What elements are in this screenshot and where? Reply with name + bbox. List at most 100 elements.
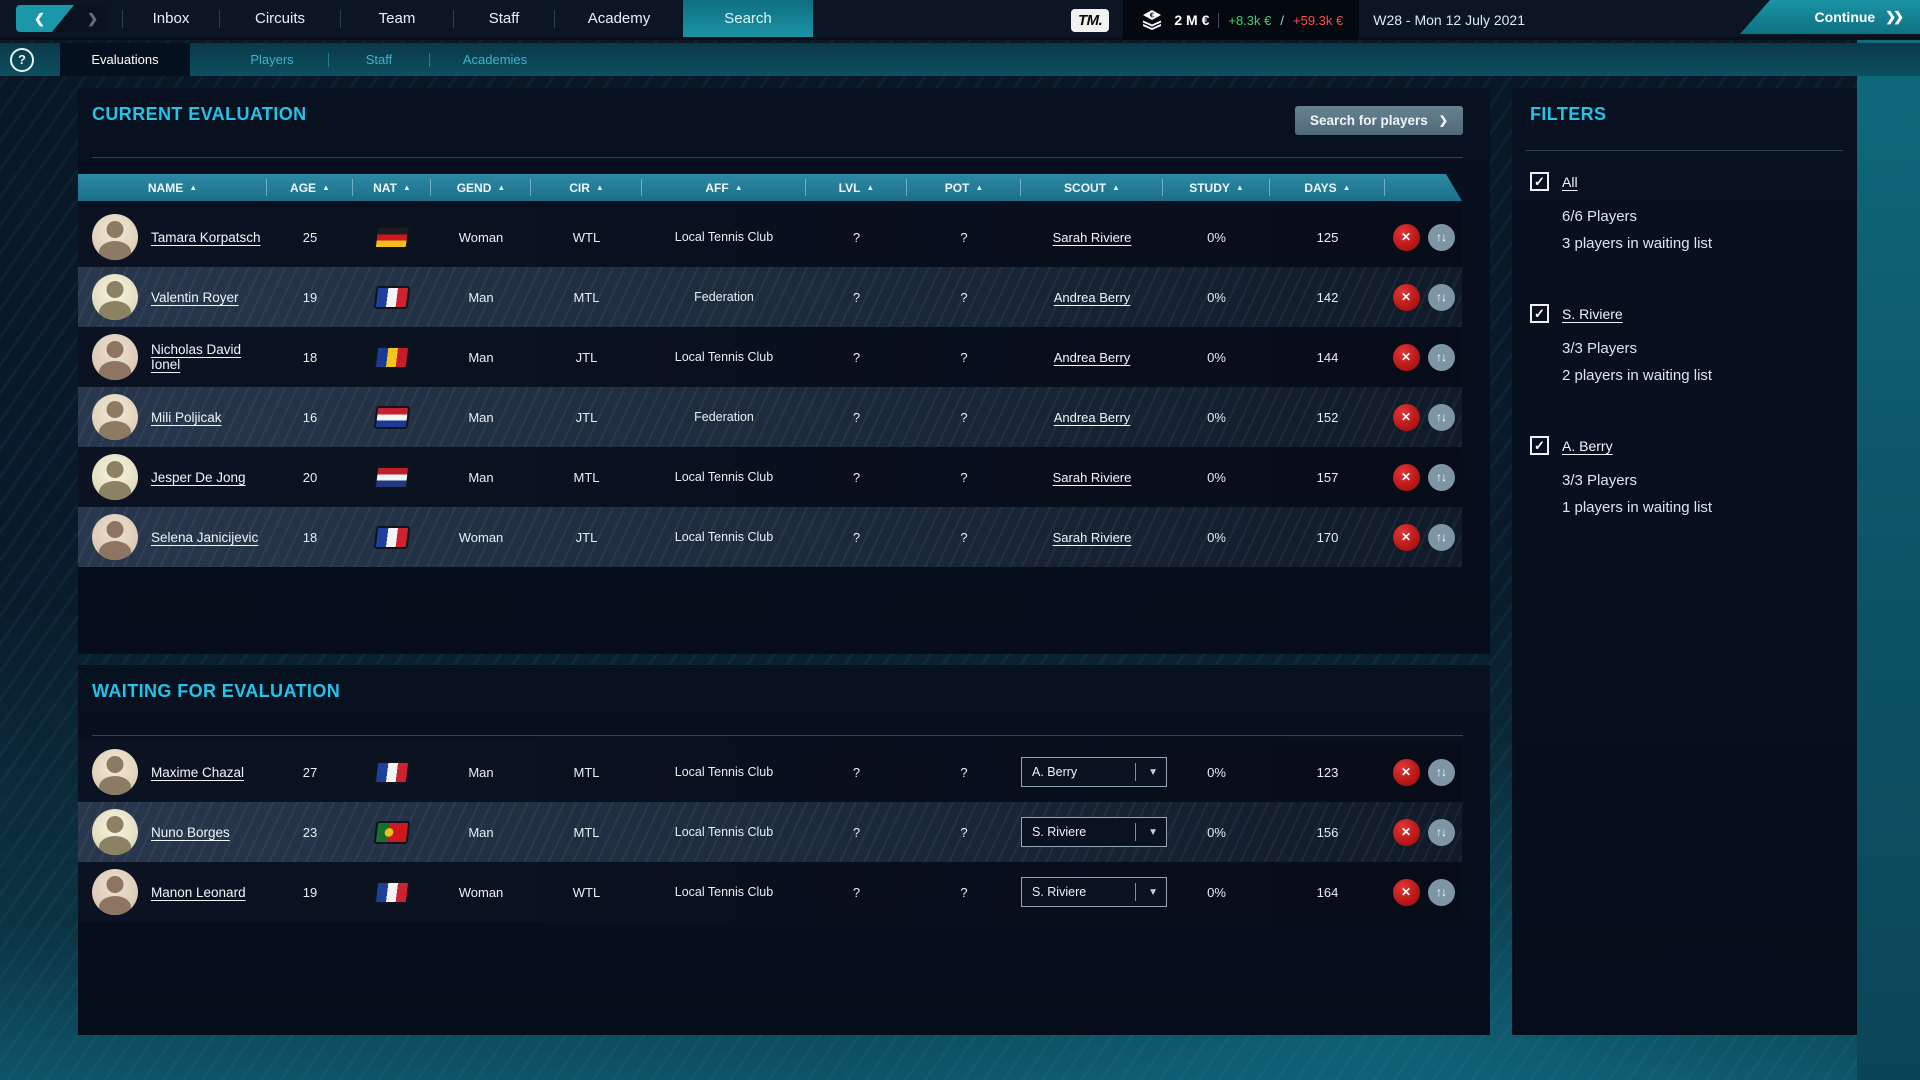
filter-group-all: ✓ All 6/6 Players 3 players in waiting l…	[1530, 172, 1843, 257]
table-row[interactable]: Maxime Chazal 27 Man MTL Local Tennis Cl…	[78, 742, 1462, 802]
player-name-link[interactable]: Valentin Royer	[151, 290, 239, 305]
affiliation-cell: Local Tennis Club	[674, 470, 774, 484]
subtab-evaluations-active[interactable]: Evaluations	[60, 43, 190, 76]
up-down-icon: ↑↓	[1436, 230, 1447, 244]
scout-link[interactable]: Sarah Riviere	[1053, 530, 1132, 545]
table-row[interactable]: Tamara Korpatsch 25 Woman WTL Local Tenn…	[78, 207, 1462, 267]
nav-tab-team[interactable]: Team	[341, 0, 453, 37]
subtab-players[interactable]: Players	[216, 43, 328, 76]
scout-link[interactable]: Andrea Berry	[1054, 410, 1131, 425]
remove-button[interactable]: ✕	[1392, 523, 1420, 551]
age-cell: 27	[302, 764, 318, 780]
reorder-button[interactable]: ↑↓	[1427, 343, 1455, 371]
nav-tab-staff[interactable]: Staff	[454, 0, 554, 37]
column-header-aff[interactable]: AFF ▲	[642, 174, 806, 201]
scout-select[interactable]: S. Riviere ▼	[1021, 817, 1167, 847]
days-cell: 142	[1316, 289, 1339, 305]
study-cell: 0%	[1207, 349, 1226, 365]
checkbox-a-berry[interactable]: ✓	[1530, 436, 1549, 455]
waiting-count: 1 players in waiting list	[1562, 499, 1713, 516]
filter-label-all[interactable]: All	[1562, 174, 1578, 190]
table-row[interactable]: Mili Poljicak 16 Man JTL Federation ? ? …	[78, 387, 1462, 447]
help-icon[interactable]: ?	[10, 47, 34, 72]
subtab-academies[interactable]: Academies	[430, 43, 560, 76]
top-nav: ❮ ❯ Inbox Circuits Team Staff Academy Se…	[0, 0, 1920, 40]
checkbox-all[interactable]: ✓	[1530, 172, 1549, 191]
scout-link[interactable]: Andrea Berry	[1054, 350, 1131, 365]
remove-button[interactable]: ✕	[1392, 403, 1420, 431]
scout-link[interactable]: Andrea Berry	[1054, 290, 1131, 305]
column-header-nat[interactable]: NAT ▲	[353, 174, 431, 201]
column-header-age[interactable]: AGE ▲	[267, 174, 353, 201]
nav-tab-circuits[interactable]: Circuits	[220, 0, 340, 37]
player-name-link[interactable]: Jesper De Jong	[151, 470, 246, 485]
column-header-scout[interactable]: SCOUT ▲	[1021, 174, 1163, 201]
continue-button[interactable]: Continue ❯❯	[1740, 0, 1920, 34]
study-cell: 0%	[1207, 229, 1226, 245]
forward-button[interactable]: ❯	[87, 5, 98, 32]
scout-cell: S. Riviere ▼	[1021, 817, 1167, 847]
remove-button[interactable]: ✕	[1392, 343, 1420, 371]
table-row[interactable]: Manon Leonard 19 Woman WTL Local Tennis …	[78, 862, 1462, 922]
weekly-gain: +8.3k €	[1228, 12, 1272, 28]
gender-cell: Woman	[458, 529, 504, 545]
table-row[interactable]: Jesper De Jong 20 Man MTL Local Tennis C…	[78, 447, 1462, 507]
column-header-days[interactable]: DAYS ▲	[1270, 174, 1385, 201]
reorder-button[interactable]: ↑↓	[1427, 223, 1455, 251]
player-name-link[interactable]: Selena Janicijevic	[151, 530, 258, 545]
reorder-button[interactable]: ↑↓	[1427, 878, 1455, 906]
gender-cell: Man	[468, 824, 494, 840]
circuit-cell: MTL	[573, 824, 600, 840]
nav-tab-search-active[interactable]: Search	[683, 0, 813, 37]
column-header-name[interactable]: NAME ▲	[78, 174, 267, 201]
reorder-button[interactable]: ↑↓	[1427, 283, 1455, 311]
potential-cell: ?	[960, 469, 968, 485]
checkbox-s-riviere[interactable]: ✓	[1530, 304, 1549, 323]
column-header-cir[interactable]: CIR ▲	[531, 174, 642, 201]
days-cell: 152	[1316, 409, 1339, 425]
remove-button[interactable]: ✕	[1392, 463, 1420, 491]
remove-button[interactable]: ✕	[1392, 223, 1420, 251]
remove-button[interactable]: ✕	[1392, 283, 1420, 311]
reorder-button[interactable]: ↑↓	[1427, 758, 1455, 786]
table-row[interactable]: Nuno Borges 23 Man MTL Local Tennis Club…	[78, 802, 1462, 862]
player-name-link[interactable]: Mili Poljicak	[151, 410, 222, 425]
scout-select[interactable]: S. Riviere ▼	[1021, 877, 1167, 907]
remove-button[interactable]: ✕	[1392, 818, 1420, 846]
up-down-icon: ↑↓	[1436, 530, 1447, 544]
player-name-link[interactable]: Maxime Chazal	[151, 765, 244, 780]
reorder-button[interactable]: ↑↓	[1427, 463, 1455, 491]
search-for-players-button[interactable]: Search for players ❯	[1294, 106, 1463, 135]
age-cell: 25	[302, 229, 318, 245]
column-header-lvl[interactable]: LVL ▲	[806, 174, 907, 201]
scout-link[interactable]: Sarah Riviere	[1053, 230, 1132, 245]
remove-button[interactable]: ✕	[1392, 758, 1420, 786]
study-cell: 0%	[1207, 764, 1226, 780]
table-row[interactable]: Selena Janicijevic 18 Woman JTL Local Te…	[78, 507, 1462, 567]
scout-link[interactable]: Sarah Riviere	[1053, 470, 1132, 485]
reorder-button[interactable]: ↑↓	[1427, 523, 1455, 551]
column-header-gend[interactable]: GEND ▲	[431, 174, 531, 201]
column-header-study[interactable]: STUDY ▲	[1163, 174, 1270, 201]
filter-label-a-berry[interactable]: A. Berry	[1562, 438, 1613, 454]
player-name-link[interactable]: Manon Leonard	[151, 885, 246, 900]
nav-tab-academy[interactable]: Academy	[555, 0, 683, 37]
reorder-button[interactable]: ↑↓	[1427, 818, 1455, 846]
back-button[interactable]: ❮	[16, 5, 74, 32]
nat-cell	[353, 880, 431, 904]
scout-select[interactable]: A. Berry ▼	[1021, 757, 1167, 787]
filter-label-s-riviere[interactable]: S. Riviere	[1562, 306, 1623, 322]
nav-tab-inbox[interactable]: Inbox	[123, 0, 219, 37]
player-name-link[interactable]: Tamara Korpatsch	[151, 230, 261, 245]
subtab-staff[interactable]: Staff	[329, 43, 429, 76]
close-icon: ✕	[1400, 290, 1412, 304]
row-actions: ✕ ↑↓	[1385, 403, 1462, 431]
player-name-link[interactable]: Nuno Borges	[151, 825, 230, 840]
reorder-button[interactable]: ↑↓	[1427, 403, 1455, 431]
column-header-pot[interactable]: POT ▲	[907, 174, 1021, 201]
remove-button[interactable]: ✕	[1392, 878, 1420, 906]
table-row[interactable]: Nicholas David Ionel 18 Man JTL Local Te…	[78, 327, 1462, 387]
table-row[interactable]: Valentin Royer 19 Man MTL Federation ? ?…	[78, 267, 1462, 327]
player-name-link[interactable]: Nicholas David Ionel	[151, 342, 267, 372]
background-right-band	[1857, 33, 1920, 1080]
